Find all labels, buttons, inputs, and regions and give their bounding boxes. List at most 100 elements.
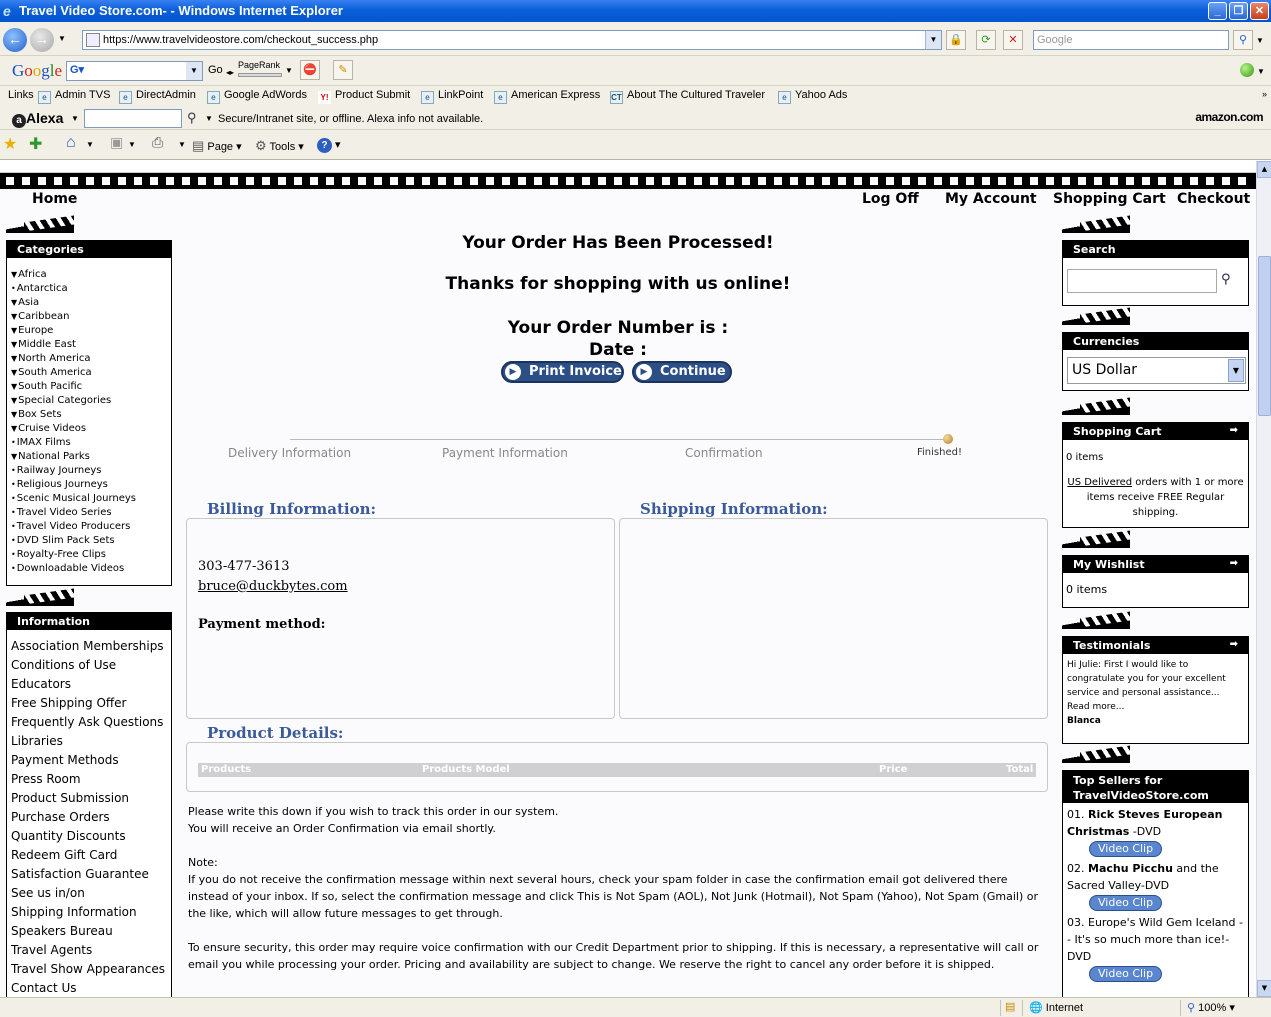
- google-go-button[interactable]: Go: [208, 64, 223, 76]
- close-button[interactable]: ✕: [1250, 2, 1269, 20]
- scroll-down-icon[interactable]: ▼: [1257, 980, 1271, 997]
- information-link[interactable]: Press Room: [11, 770, 171, 789]
- information-link[interactable]: Quantity Discounts: [11, 827, 171, 846]
- link-american-express[interactable]: e American Express: [494, 89, 600, 104]
- home-dropdown-icon[interactable]: ▼: [86, 140, 94, 149]
- pagerank-dropdown-icon[interactable]: ▼: [285, 66, 293, 75]
- bookmark-note-icon[interactable]: ✎: [333, 60, 353, 80]
- testimonials-title[interactable]: Testimonials ➡: [1063, 637, 1248, 654]
- category-item[interactable]: ▼South Pacific: [11, 380, 171, 394]
- currency-select[interactable]: US Dollar ▼: [1067, 357, 1246, 384]
- link-cultured-traveler[interactable]: CT About The Cultured Traveler: [610, 89, 765, 104]
- category-item[interactable]: •IMAX Films: [11, 436, 171, 450]
- home-icon[interactable]: ⌂: [66, 134, 76, 152]
- read-more-link[interactable]: Read more...: [1067, 700, 1244, 714]
- help-menu[interactable]: ? ▾: [317, 138, 341, 153]
- information-link[interactable]: Frequently Ask Questions: [11, 713, 171, 732]
- category-item[interactable]: ▼Asia: [11, 296, 171, 310]
- nav-shopping-cart[interactable]: Shopping Cart: [1053, 191, 1166, 207]
- popup-blocker-icon[interactable]: ⛔: [300, 60, 320, 80]
- category-item[interactable]: ▼Middle East: [11, 338, 171, 352]
- top-seller-title-rest[interactable]: -DVD: [1129, 825, 1161, 838]
- alexa-search-dropdown-icon[interactable]: ▼: [205, 114, 213, 123]
- category-item[interactable]: ▼North America: [11, 352, 171, 366]
- maximize-button[interactable]: ❐: [1229, 2, 1248, 20]
- information-link[interactable]: Libraries: [11, 732, 171, 751]
- link-google-adwords[interactable]: e Google AdWords: [207, 89, 307, 104]
- print-invoice-button[interactable]: ▶ Print Invoice: [501, 361, 624, 383]
- links-overflow-icon[interactable]: »: [1262, 89, 1267, 99]
- information-link[interactable]: Travel Show Appearances: [11, 960, 171, 979]
- nav-logoff[interactable]: Log Off: [862, 191, 919, 207]
- link-product-submit[interactable]: Y! Product Submit: [318, 89, 410, 104]
- zoom-control[interactable]: ⚲ 100% ▾: [1180, 1000, 1271, 1016]
- search-icon[interactable]: ⚲: [1233, 30, 1253, 50]
- nav-home[interactable]: Home: [32, 191, 77, 207]
- alexa-dropdown-icon[interactable]: ▼: [71, 114, 79, 123]
- google-search-box[interactable]: G▾ ▼: [66, 61, 203, 81]
- category-item[interactable]: •Railway Journeys: [11, 464, 171, 478]
- category-item[interactable]: ▼Cruise Videos: [11, 422, 171, 436]
- us-delivered-link[interactable]: US Delivered: [1067, 477, 1132, 488]
- print-dropdown-icon[interactable]: ▼: [178, 140, 186, 149]
- information-link[interactable]: Speakers Bureau: [11, 922, 171, 941]
- information-link[interactable]: Purchase Orders: [11, 808, 171, 827]
- favorites-star-icon[interactable]: ★: [3, 134, 17, 154]
- link-yahoo-ads[interactable]: e Yahoo Ads: [778, 89, 847, 104]
- top-seller-title-rest[interactable]: Europe's Wild Gem Iceland -- It's so muc…: [1067, 916, 1243, 963]
- category-item[interactable]: •Scenic Musical Journeys: [11, 492, 171, 506]
- video-clip-button[interactable]: Video Clip: [1089, 841, 1163, 857]
- alexa-search-input[interactable]: [84, 109, 182, 128]
- lock-icon[interactable]: 🔒: [946, 30, 966, 50]
- category-item[interactable]: •Downloadable Videos: [11, 562, 171, 576]
- category-item[interactable]: •Travel Video Series: [11, 506, 171, 520]
- back-button[interactable]: ←: [3, 28, 27, 52]
- site-search-input[interactable]: [1067, 269, 1217, 293]
- category-item[interactable]: ▼Special Categories: [11, 394, 171, 408]
- information-link[interactable]: Association Memberships: [11, 637, 171, 656]
- information-link[interactable]: Satisfaction Guarantee: [11, 865, 171, 884]
- information-link[interactable]: Payment Methods: [11, 751, 171, 770]
- vertical-scrollbar[interactable]: ▲ ▼: [1256, 161, 1271, 997]
- page-menu[interactable]: ▤ Page ▾: [192, 138, 242, 154]
- toolbar-options-icon[interactable]: ▼: [1257, 67, 1265, 76]
- information-link[interactable]: Conditions of Use: [11, 656, 171, 675]
- nav-checkout[interactable]: Checkout: [1177, 191, 1250, 207]
- shopping-cart-title[interactable]: Shopping Cart ➡: [1063, 423, 1248, 440]
- information-link[interactable]: Redeem Gift Card: [11, 846, 171, 865]
- refresh-icon[interactable]: ⟳: [976, 30, 996, 50]
- nav-my-account[interactable]: My Account: [945, 191, 1037, 207]
- information-link[interactable]: See us in/on: [11, 884, 171, 903]
- wishlist-title[interactable]: My Wishlist ➡: [1063, 556, 1248, 573]
- print-icon[interactable]: ⎙: [152, 134, 163, 151]
- url-dropdown-icon[interactable]: ▼: [925, 31, 941, 49]
- link-directadmin[interactable]: e DirectAdmin: [119, 89, 196, 104]
- category-item[interactable]: ▼Box Sets: [11, 408, 171, 422]
- category-item[interactable]: ▼National Parks: [11, 450, 171, 464]
- information-link[interactable]: Shipping Information: [11, 903, 171, 922]
- scroll-up-icon[interactable]: ▲: [1257, 161, 1271, 178]
- category-item[interactable]: •DVD Slim Pack Sets: [11, 534, 171, 548]
- information-link[interactable]: Free Shipping Offer: [11, 694, 171, 713]
- top-seller-title-link[interactable]: Machu Picchu: [1088, 862, 1173, 875]
- address-input[interactable]: https://www.travelvideostore.com/checkou…: [82, 30, 942, 50]
- scroll-thumb[interactable]: [1258, 256, 1271, 416]
- search-icon[interactable]: ⚲: [1221, 272, 1231, 287]
- amazon-logo[interactable]: amazon.com: [1195, 110, 1263, 124]
- category-item[interactable]: •Antarctica: [11, 282, 171, 296]
- alexa-search-icon[interactable]: ⚲: [187, 110, 197, 126]
- tools-menu[interactable]: ⚙ Tools ▾: [255, 138, 304, 154]
- google-dropdown-icon[interactable]: ▼: [186, 62, 202, 80]
- link-admin-tvs[interactable]: e Admin TVS: [38, 89, 110, 104]
- forward-button[interactable]: →: [30, 28, 54, 52]
- history-dropdown-icon[interactable]: ▼: [58, 34, 66, 43]
- information-link[interactable]: Contact Us: [11, 979, 171, 997]
- link-linkpoint[interactable]: e LinkPoint: [421, 89, 483, 104]
- information-link[interactable]: Product Submission: [11, 789, 171, 808]
- add-favorites-icon[interactable]: ✚: [29, 134, 42, 154]
- category-item[interactable]: •Travel Video Producers: [11, 520, 171, 534]
- continue-button[interactable]: ▶ Continue: [632, 361, 732, 383]
- category-item[interactable]: ▼Caribbean: [11, 310, 171, 324]
- category-item[interactable]: ▼Europe: [11, 324, 171, 338]
- chevron-down-icon[interactable]: ▼: [1228, 359, 1244, 382]
